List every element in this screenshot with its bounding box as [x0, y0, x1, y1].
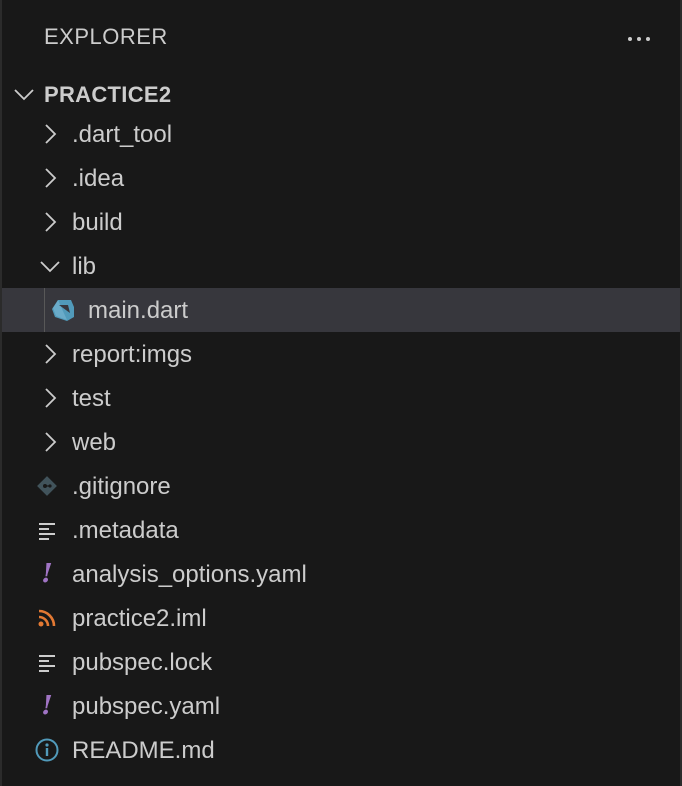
tree-item-report-imgs[interactable]: report:imgs	[2, 332, 680, 376]
tree-item-dart-tool[interactable]: .dart_tool	[2, 112, 680, 156]
explorer-header: EXPLORER	[2, 0, 680, 76]
tree-item-label: .idea	[72, 165, 125, 192]
tree-item-lib[interactable]: lib	[2, 244, 680, 288]
tree-item-label: analysis_options.yaml	[72, 561, 307, 588]
tree-item-web[interactable]: web	[2, 420, 680, 464]
chevron-right-icon	[45, 432, 57, 452]
tree-item-label: build	[72, 209, 123, 236]
chevron-down-icon	[14, 89, 34, 101]
tree-item-pubspec-lock[interactable]: pubspec.lock	[2, 640, 680, 684]
tree-item-label: .gitignore	[72, 473, 171, 500]
tree-item-label: pubspec.lock	[72, 649, 213, 676]
tree-item-label: .metadata	[72, 517, 179, 544]
tree-item-pubspec-yaml[interactable]: ! pubspec.yaml	[2, 684, 680, 728]
tree-item-label: report:imgs	[72, 341, 193, 368]
tree-item-test[interactable]: test	[2, 376, 680, 420]
more-actions-button[interactable]	[622, 24, 656, 54]
tree-item-label: lib	[72, 253, 97, 280]
exclamation-icon: !	[41, 559, 53, 589]
info-icon	[34, 737, 60, 763]
dart-icon	[50, 297, 76, 323]
tree-item-practice2-iml[interactable]: practice2.iml	[2, 596, 680, 640]
chevron-right-icon	[45, 212, 57, 232]
tree-item-label: .dart_tool	[72, 121, 173, 148]
tree-item-analysis-options[interactable]: ! analysis_options.yaml	[2, 552, 680, 596]
explorer-title: EXPLORER	[44, 24, 168, 49]
workspace-name: PRACTICE2	[44, 82, 172, 107]
tree-item-label: web	[72, 429, 117, 456]
chevron-down-icon	[40, 261, 60, 273]
tree-item-metadata[interactable]: .metadata	[2, 508, 680, 552]
chevron-right-icon	[45, 344, 57, 364]
lines-icon	[34, 517, 60, 543]
exclamation-icon: !	[41, 691, 53, 721]
tree-item-label: test	[72, 385, 111, 412]
lines-icon	[34, 649, 60, 675]
tree-item-label: main.dart	[88, 297, 189, 324]
rss-icon	[34, 605, 60, 631]
explorer-panel: EXPLORER PRACTICE2 .dart_tool .idea buil…	[0, 0, 682, 786]
indent-guide	[44, 288, 45, 332]
chevron-right-icon	[45, 168, 57, 188]
tree-item-readme[interactable]: README.md	[2, 728, 680, 772]
tree-item-label: practice2.iml	[72, 605, 207, 632]
tree-item-gitignore[interactable]: .gitignore	[2, 464, 680, 508]
workspace-root-folder[interactable]: PRACTICE2	[2, 76, 680, 112]
tree-item-build[interactable]: build	[2, 200, 680, 244]
tree-item-label: README.md	[72, 737, 215, 764]
git-icon	[34, 473, 60, 499]
chevron-right-icon	[45, 124, 57, 144]
tree-item-idea[interactable]: .idea	[2, 156, 680, 200]
chevron-right-icon	[45, 388, 57, 408]
tree-item-label: pubspec.yaml	[72, 693, 221, 720]
ellipsis-icon	[628, 37, 650, 41]
file-tree: .dart_tool .idea build lib main.dart rep…	[2, 112, 680, 772]
tree-item-main-dart[interactable]: main.dart	[2, 288, 680, 332]
